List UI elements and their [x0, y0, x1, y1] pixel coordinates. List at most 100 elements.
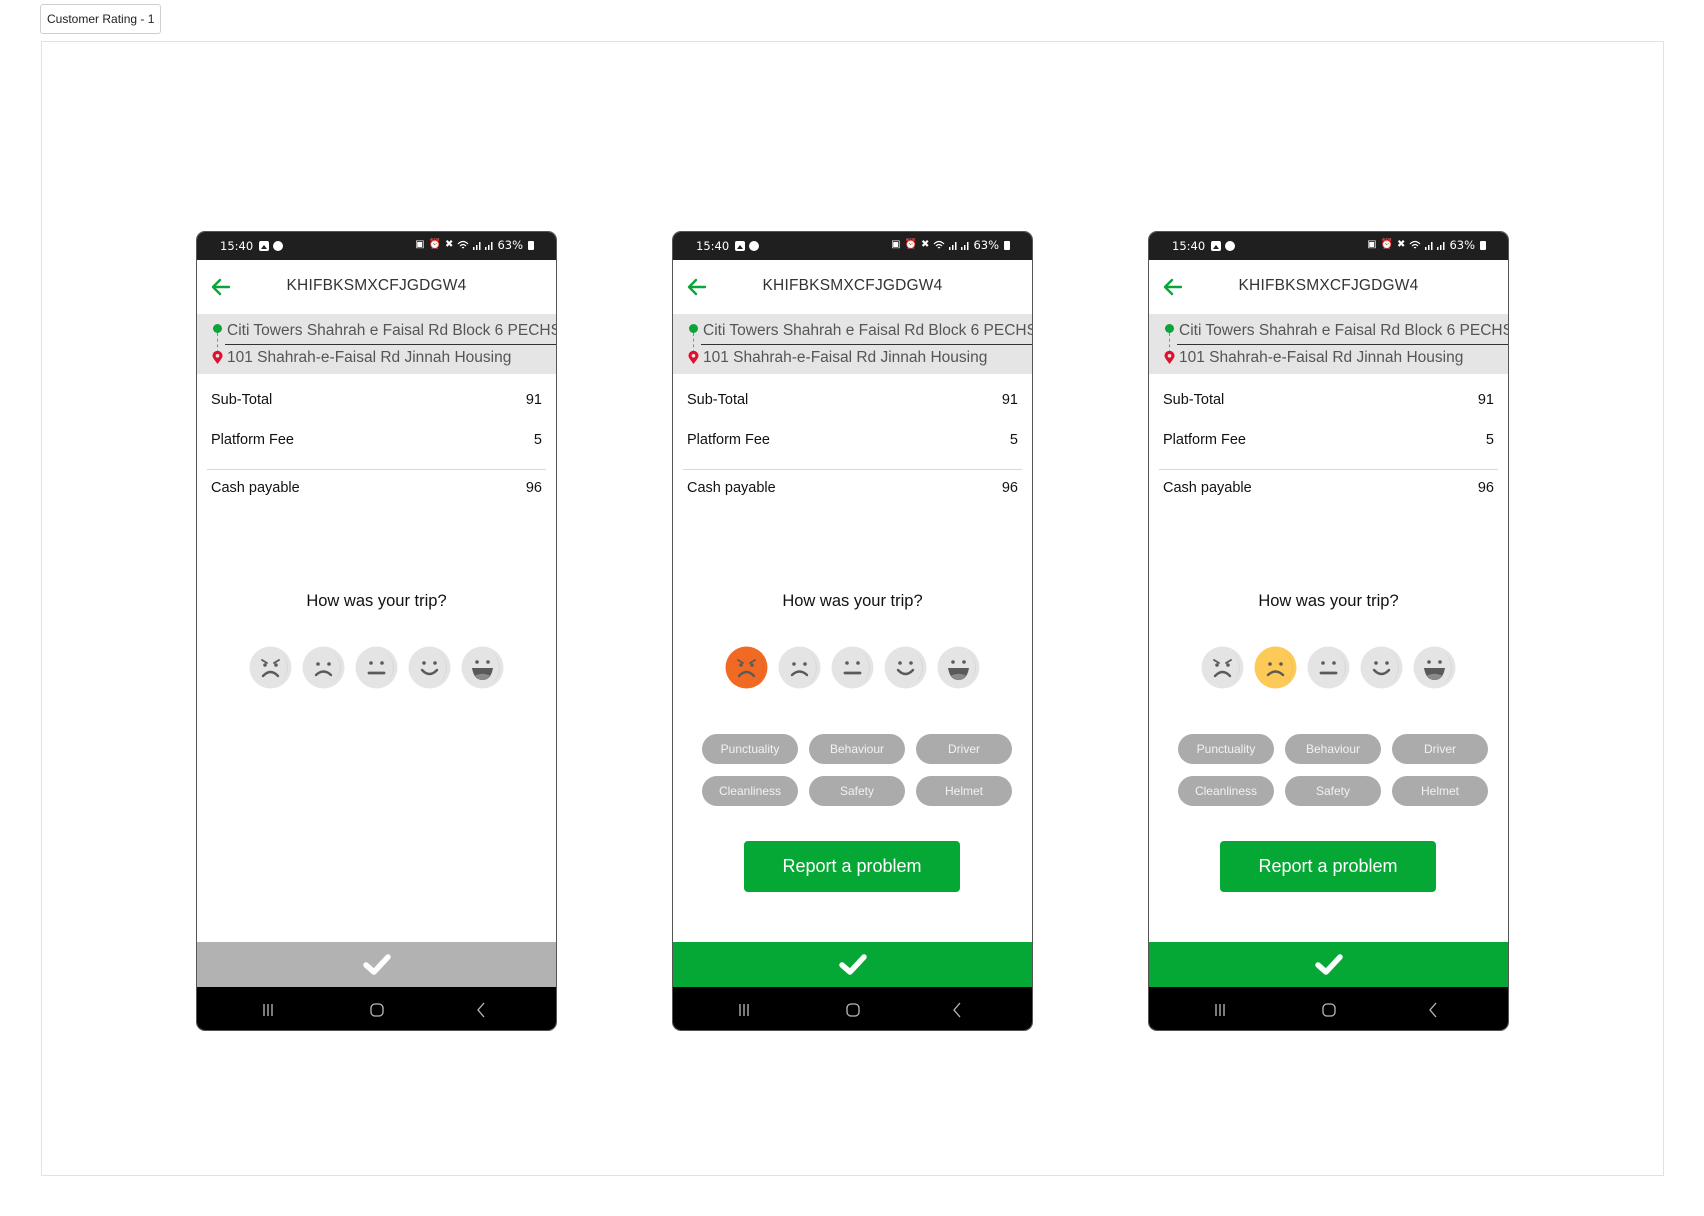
angry-face-icon[interactable]: [249, 646, 292, 689]
signal-icon: [949, 242, 957, 250]
app-header: KHIFBKSMXCFJGDGW4: [197, 260, 556, 314]
smile-face-icon[interactable]: [1360, 646, 1403, 689]
report-problem-button[interactable]: Report a problem: [744, 841, 960, 892]
laugh-face-icon[interactable]: [937, 646, 980, 689]
signal-icon: [1437, 242, 1445, 250]
neutral-face-icon[interactable]: [1307, 646, 1350, 689]
feedback-chip-punctuality[interactable]: Punctuality: [702, 734, 798, 764]
laugh-face-icon[interactable]: [1413, 646, 1456, 689]
sad-face-icon[interactable]: [1254, 646, 1297, 689]
route-connector: [217, 333, 218, 353]
angry-face-icon[interactable]: [1201, 646, 1244, 689]
phone-screen-1: 15:40 ▣ ⏰ ✖ 63% KHIFBKSMXCFJGDGW4 Citi T…: [196, 231, 557, 1031]
neutral-face-icon[interactable]: [355, 646, 398, 689]
trip-id-title: KHIFBKSMXCFJGDGW4: [1238, 277, 1419, 294]
laugh-face-icon[interactable]: [461, 646, 504, 689]
battery-icon: [1004, 240, 1010, 250]
fare-row-subtotal: Sub-Total 91: [1163, 392, 1494, 408]
fare-row-cash-payable: Cash payable 96: [687, 480, 1018, 496]
smile-face-icon[interactable]: [884, 646, 927, 689]
trip-id-title: KHIFBKSMXCFJGDGW4: [762, 277, 943, 294]
confirm-button[interactable]: [673, 942, 1032, 987]
dropoff-pin-icon: [212, 351, 223, 364]
route-summary: Citi Towers Shahrah e Faisal Rd Block 6 …: [1149, 314, 1508, 374]
dropoff-pin-icon: [1164, 351, 1175, 364]
alarm-icon: ⏰: [1380, 239, 1394, 250]
fare-row-platform-fee: Platform Fee 5: [1163, 432, 1494, 448]
feedback-chip-behaviour[interactable]: Behaviour: [809, 734, 905, 764]
feedback-chip-safety[interactable]: Safety: [809, 776, 905, 806]
neutral-face-icon[interactable]: [831, 646, 874, 689]
angry-face-icon[interactable]: [725, 646, 768, 689]
fare-label: Platform Fee: [687, 432, 770, 448]
fare-value: 96: [1477, 480, 1494, 496]
fare-value: 5: [1485, 432, 1494, 448]
alarm-icon: ⏰: [904, 239, 918, 250]
pickup-pin-icon: [213, 324, 222, 333]
lock-icon: ▣: [891, 239, 901, 250]
dropoff-address: 101 Shahrah-e-Faisal Rd Jinnah Housing: [703, 349, 988, 366]
feedback-chips: Punctuality Behaviour Driver Cleanliness Saf…: [702, 734, 1012, 806]
fare-divider: [207, 469, 546, 470]
fare-value: 96: [525, 480, 542, 496]
feedback-chip-driver[interactable]: Driver: [916, 734, 1012, 764]
wifi-icon: [458, 240, 469, 249]
feedback-chip-driver[interactable]: Driver: [1392, 734, 1488, 764]
fare-row-cash-payable: Cash payable 96: [1163, 480, 1494, 496]
status-time: 15:40: [696, 239, 730, 253]
confirm-button[interactable]: [1149, 942, 1508, 987]
fare-label: Sub-Total: [211, 392, 273, 408]
nav-back-icon[interactable]: [946, 999, 968, 1021]
status-bar: 15:40 ▣ ⏰ ✖ 63%: [197, 232, 556, 260]
report-problem-button[interactable]: Report a problem: [1220, 841, 1436, 892]
gallery-icon: [1211, 241, 1221, 251]
wifi-icon: [934, 240, 945, 249]
fare-label: Cash payable: [1163, 480, 1252, 496]
feedback-chip-behaviour[interactable]: Behaviour: [1285, 734, 1381, 764]
mute-icon: ✖: [445, 239, 454, 250]
feedback-chip-punctuality[interactable]: Punctuality: [1178, 734, 1274, 764]
fare-value: 96: [1001, 480, 1018, 496]
recents-icon[interactable]: [257, 999, 279, 1021]
fare-value: 5: [533, 432, 542, 448]
recents-icon[interactable]: [1209, 999, 1231, 1021]
messenger-icon: [1225, 241, 1235, 251]
pickup-pin-icon: [689, 324, 698, 333]
dropoff-address: 101 Shahrah-e-Faisal Rd Jinnah Housing: [227, 349, 512, 366]
status-bar: 15:40 ▣ ⏰ ✖ 63%: [673, 232, 1032, 260]
signal-icon: [1425, 242, 1433, 250]
smile-face-icon[interactable]: [408, 646, 451, 689]
nav-back-icon[interactable]: [1422, 999, 1444, 1021]
battery-icon: [528, 240, 534, 250]
sad-face-icon[interactable]: [302, 646, 345, 689]
rating-emoji-row: [197, 646, 556, 690]
feedback-chip-cleanliness[interactable]: Cleanliness: [702, 776, 798, 806]
confirm-button[interactable]: [197, 942, 556, 987]
route-divider: [1177, 344, 1508, 345]
feedback-chip-safety[interactable]: Safety: [1285, 776, 1381, 806]
frame-label: Customer Rating - 1: [40, 4, 162, 34]
trip-id-title: KHIFBKSMXCFJGDGW4: [286, 277, 467, 294]
home-icon[interactable]: [366, 999, 388, 1021]
route-summary: Citi Towers Shahrah e Faisal Rd Block 6 …: [673, 314, 1032, 374]
feedback-chip-cleanliness[interactable]: Cleanliness: [1178, 776, 1274, 806]
fare-row-subtotal: Sub-Total 91: [211, 392, 542, 408]
battery-icon: [1480, 240, 1486, 250]
fare-divider: [683, 469, 1022, 470]
sad-face-icon[interactable]: [778, 646, 821, 689]
pickup-address: Citi Towers Shahrah e Faisal Rd Block 6 …: [703, 322, 1032, 339]
dropoff-address: 101 Shahrah-e-Faisal Rd Jinnah Housing: [1179, 349, 1464, 366]
home-icon[interactable]: [1318, 999, 1340, 1021]
checkmark-icon: [838, 953, 867, 975]
nav-back-icon[interactable]: [470, 999, 492, 1021]
home-icon[interactable]: [842, 999, 864, 1021]
fare-label: Platform Fee: [211, 432, 294, 448]
rating-question: How was your trip?: [1258, 592, 1399, 610]
lock-icon: ▣: [1367, 239, 1377, 250]
alarm-icon: ⏰: [428, 239, 442, 250]
mute-icon: ✖: [1397, 239, 1406, 250]
recents-icon[interactable]: [733, 999, 755, 1021]
feedback-chip-helmet[interactable]: Helmet: [916, 776, 1012, 806]
feedback-chip-helmet[interactable]: Helmet: [1392, 776, 1488, 806]
fare-value: 5: [1009, 432, 1018, 448]
